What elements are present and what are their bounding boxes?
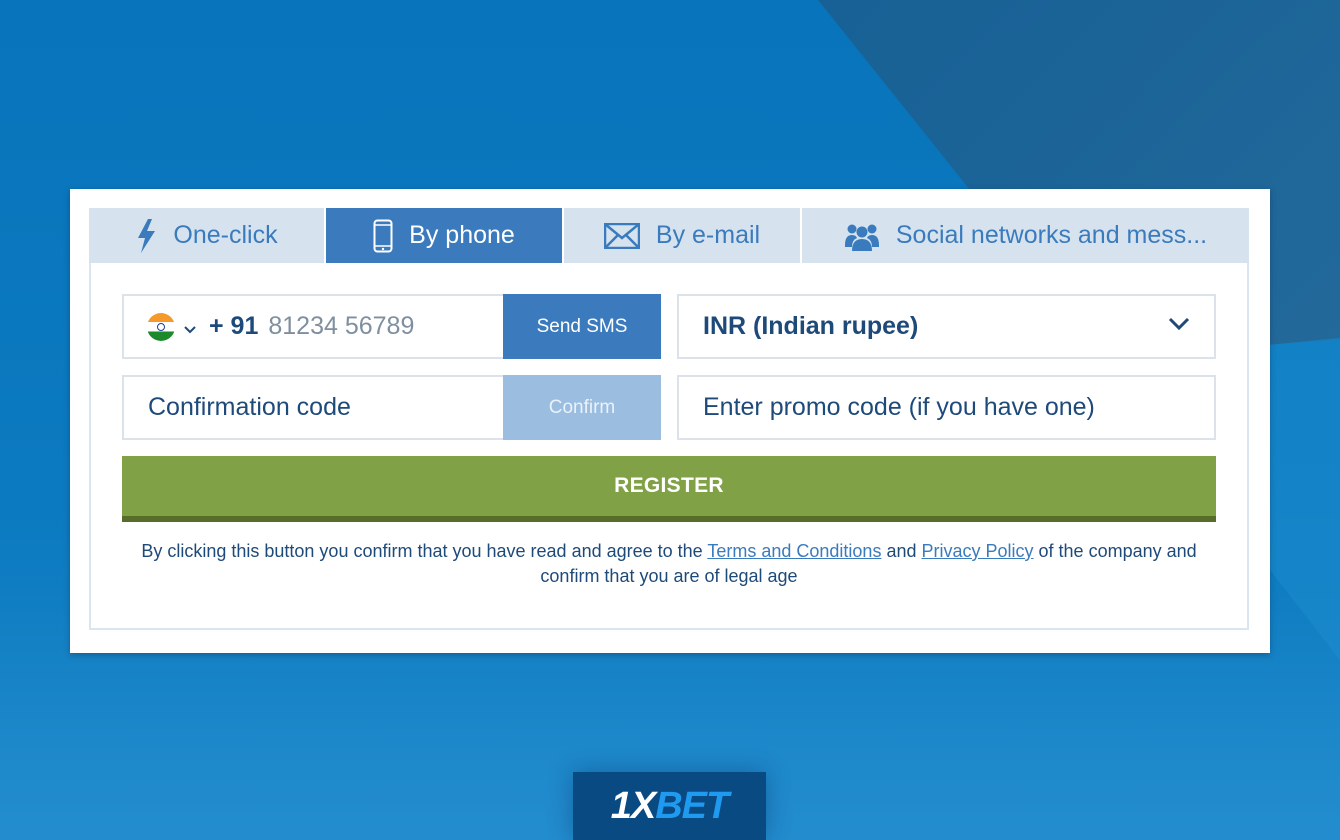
tab-one-click[interactable]: One-click xyxy=(89,208,326,263)
send-sms-button[interactable]: Send SMS xyxy=(503,294,661,359)
envelope-icon xyxy=(603,222,640,249)
1xbet-logo: 1X BET xyxy=(573,772,766,840)
register-button[interactable]: REGISTER xyxy=(122,456,1216,522)
chevron-down-icon xyxy=(1168,317,1190,336)
lightning-icon xyxy=(135,218,157,253)
confirmation-code-field: Confirm xyxy=(122,375,661,440)
privacy-policy-link[interactable]: Privacy Policy xyxy=(922,541,1034,561)
tab-by-phone[interactable]: By phone xyxy=(326,208,564,263)
users-icon xyxy=(844,221,880,251)
tab-label: One-click xyxy=(173,221,278,249)
legal-text-before: By clicking this button you confirm that… xyxy=(141,541,708,561)
legal-text-and: and xyxy=(881,541,922,561)
tab-label: By e-mail xyxy=(655,221,761,249)
logo-part-bet: BET xyxy=(655,784,729,827)
logo-part-1x: 1X xyxy=(610,784,656,827)
phone-input[interactable] xyxy=(268,312,489,341)
chevron-down-icon[interactable] xyxy=(183,325,197,335)
flag-chakra xyxy=(157,322,165,331)
tab-by-email[interactable]: By e-mail xyxy=(564,208,802,263)
registration-card: One-click By phone By e-mail Social netw… xyxy=(70,189,1270,653)
tab-label: By phone xyxy=(409,221,515,249)
confirmation-code-input[interactable] xyxy=(148,393,478,422)
currency-value: INR (Indian rupee) xyxy=(703,312,919,340)
tab-social-networks[interactable]: Social networks and mess... xyxy=(802,208,1249,263)
country-code: + 91 xyxy=(209,312,259,340)
india-flag-icon[interactable] xyxy=(147,312,175,341)
legal-notice: By clicking this button you confirm that… xyxy=(111,539,1227,589)
currency-select[interactable]: INR (Indian rupee) xyxy=(677,294,1216,359)
promo-code-input[interactable] xyxy=(703,393,1190,422)
phone-field: + 91 Send SMS xyxy=(122,294,661,359)
registration-tabs: One-click By phone By e-mail Social netw… xyxy=(89,208,1249,263)
mobile-phone-icon xyxy=(373,219,393,253)
terms-and-conditions-link[interactable]: Terms and Conditions xyxy=(707,541,881,561)
tab-label: Social networks and mess... xyxy=(895,221,1208,249)
promo-code-field xyxy=(677,375,1216,440)
registration-panel: One-click By phone By e-mail Social netw… xyxy=(89,208,1249,630)
confirm-button[interactable]: Confirm xyxy=(503,375,661,440)
